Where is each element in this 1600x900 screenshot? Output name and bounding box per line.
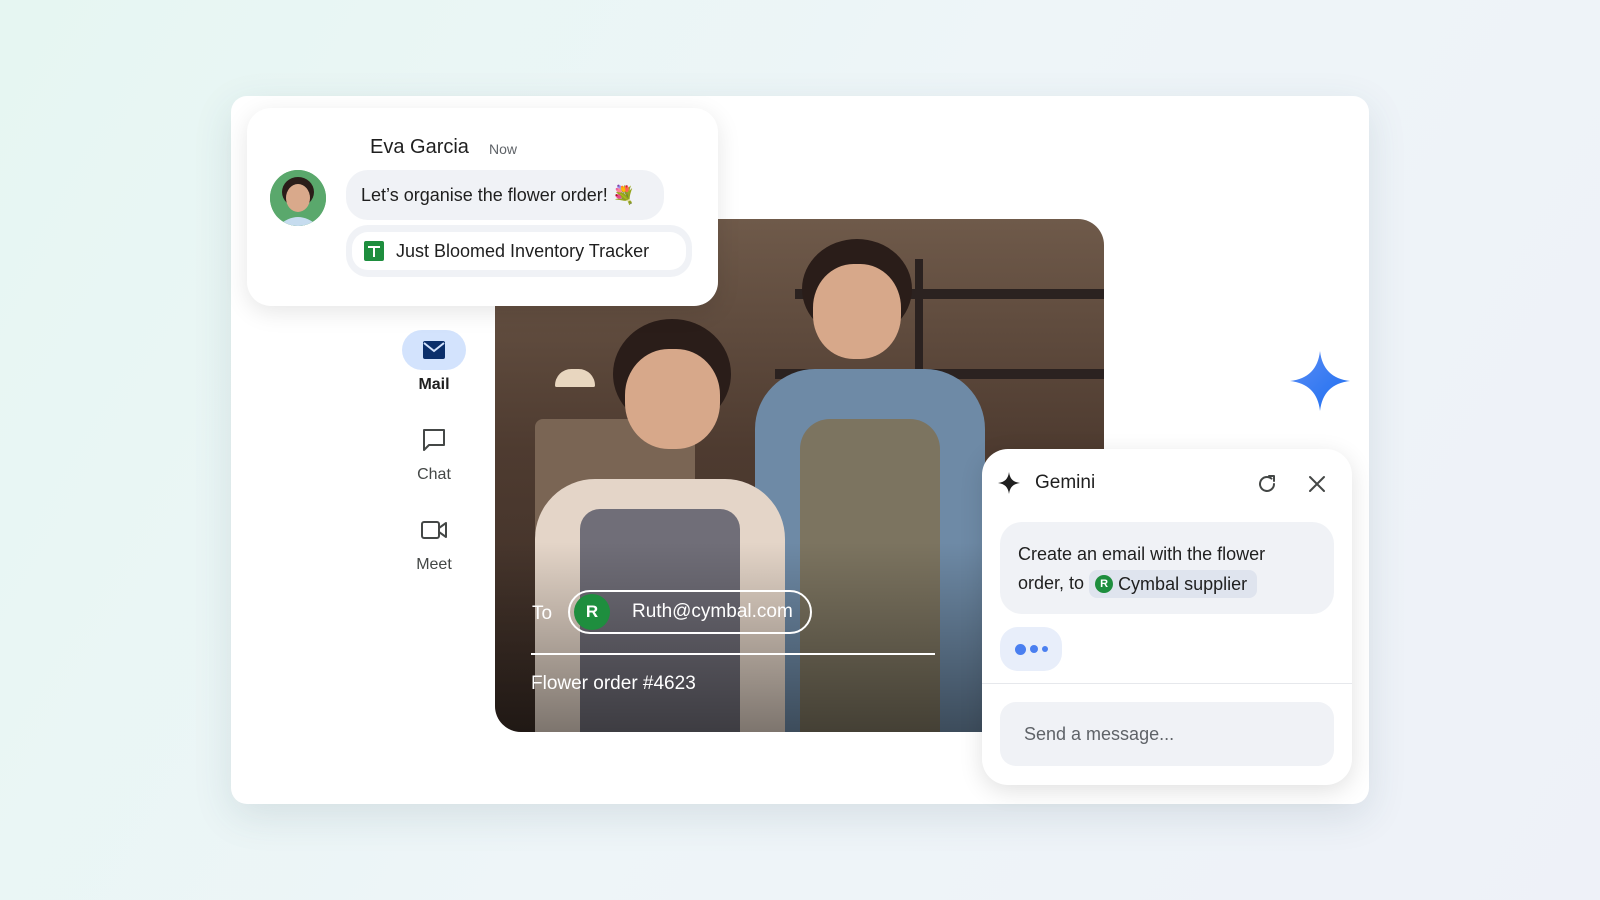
attachment-name: Just Bloomed Inventory Tracker (396, 240, 650, 261)
gemini-panel: Gemini Create an email with the flower o… (982, 449, 1352, 785)
attachment-bubble: Just Bloomed Inventory Tracker (346, 225, 692, 277)
mail-icon (402, 330, 466, 370)
refresh-icon[interactable] (1252, 469, 1282, 499)
gemini-title: Gemini (1035, 472, 1096, 493)
supplier-chip-label: Cymbal supplier (1118, 573, 1248, 594)
supplier-chip[interactable]: R Cymbal supplier (1089, 570, 1258, 599)
attachment-chip[interactable]: Just Bloomed Inventory Tracker (352, 232, 686, 270)
video-icon (402, 510, 466, 550)
supplier-chip-avatar: R (1095, 575, 1114, 594)
nav-item-meet[interactable]: Meet (394, 510, 474, 574)
recipient-email: Ruth@cymbal.com (632, 601, 793, 622)
recipient-avatar: R (574, 594, 610, 630)
gemini-star-icon (994, 468, 1024, 498)
nav-item-mail[interactable]: Mail (394, 330, 474, 394)
chat-notification[interactable]: Eva Garcia Now Let’s organise the flower… (247, 108, 718, 306)
email-subject[interactable]: Flower order #4623 (531, 673, 696, 695)
message-text: Let’s organise the flower order! 💐 (361, 184, 636, 205)
message-input[interactable] (1000, 702, 1334, 766)
gemini-prompt: Create an email with the flower order, t… (1000, 522, 1334, 614)
chat-icon (402, 420, 466, 460)
to-label: To (532, 603, 553, 624)
close-icon[interactable] (1302, 469, 1332, 499)
nav-label-chat: Chat (417, 466, 451, 483)
message-bubble: Let’s organise the flower order! 💐 (346, 170, 664, 220)
avatar (270, 170, 326, 226)
gemini-sparkle-icon (1290, 351, 1350, 416)
nav-label-meet: Meet (416, 556, 452, 573)
sheets-icon (364, 241, 384, 261)
loading-indicator (1000, 627, 1062, 671)
message-time: Now (489, 141, 518, 157)
sender-name: Eva Garcia (370, 136, 469, 158)
compose-divider (531, 653, 935, 655)
panel-divider (982, 683, 1352, 684)
nav-item-chat[interactable]: Chat (394, 420, 474, 484)
nav-label-mail: Mail (418, 376, 450, 393)
recipient-chip[interactable]: R Ruth@cymbal.com (568, 590, 812, 634)
